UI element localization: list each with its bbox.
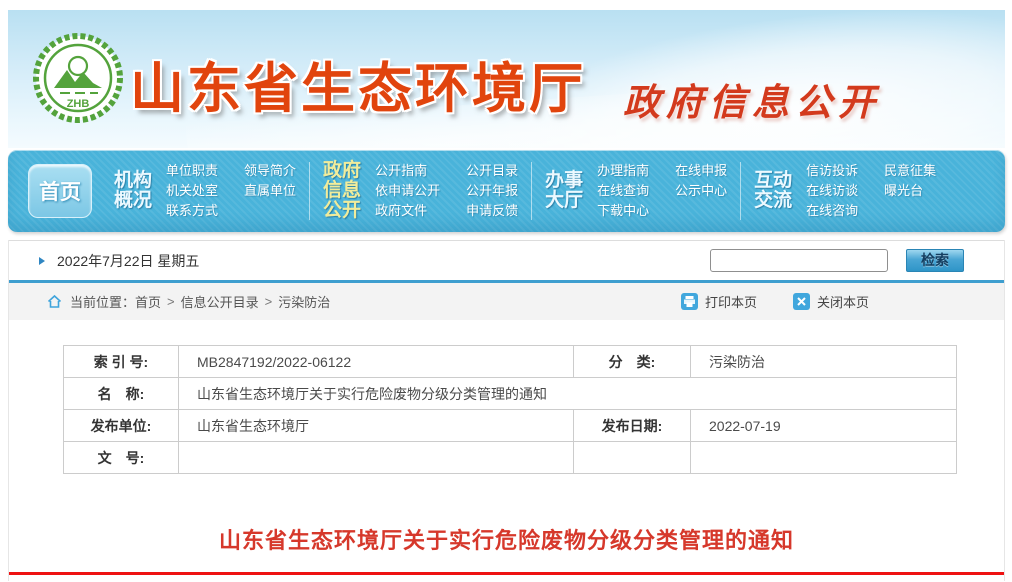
nav-section-title-service-hall[interactable]: 办事 大厅 bbox=[545, 171, 583, 211]
category-value: 污染防治 bbox=[691, 346, 957, 378]
nav-link[interactable]: 公开指南 bbox=[375, 161, 440, 181]
nav-link[interactable]: 办理指南 bbox=[597, 161, 649, 181]
date-search-bar: 2022年7月22日 星期五 检索 bbox=[9, 240, 1004, 280]
nav-link[interactable]: 领导简介 bbox=[244, 161, 296, 181]
article-content: 索 引 号: MB2847192/2022-06122 分 类: 污染防治 名 … bbox=[9, 320, 1004, 581]
breadcrumb-separator: > bbox=[265, 294, 273, 309]
nav-link[interactable]: 曝光台 bbox=[884, 181, 936, 201]
site-header: ZHB 山东省生态环境厅 政府信息公开 bbox=[8, 10, 1005, 148]
nav-link[interactable]: 公示中心 bbox=[675, 181, 727, 201]
nav-section-title-org-overview[interactable]: 机构 概况 bbox=[114, 171, 152, 211]
nav-section-service-hall: 办事 大厅 办理指南 在线查询 下载中心 在线申报 公示中心 bbox=[545, 161, 727, 221]
table-row: 文 号: bbox=[64, 442, 957, 474]
title-label: 名 称: bbox=[64, 378, 179, 410]
category-label: 分 类: bbox=[574, 346, 691, 378]
index-number-value: MB2847192/2022-06122 bbox=[179, 346, 574, 378]
doc-number-label: 文 号: bbox=[64, 442, 179, 474]
nav-divider bbox=[740, 162, 741, 220]
nav-link[interactable]: 在线访谈 bbox=[806, 181, 858, 201]
current-date: 2022年7月22日 星期五 bbox=[57, 251, 199, 271]
nav-link[interactable]: 机关处室 bbox=[166, 181, 218, 201]
nav-link[interactable]: 申请反馈 bbox=[466, 201, 518, 221]
logo-text: ZHB bbox=[67, 98, 90, 110]
breadcrumb-separator: > bbox=[167, 294, 175, 309]
nav-link[interactable]: 民意征集 bbox=[884, 161, 936, 181]
article-title: 山东省生态环境厅关于实行危险废物分级分类管理的通知 bbox=[9, 523, 1004, 555]
site-logo-icon[interactable]: ZHB bbox=[32, 32, 124, 124]
nav-link[interactable]: 直属单位 bbox=[244, 181, 296, 201]
nav-home-button[interactable]: 首页 bbox=[28, 164, 92, 218]
nav-link[interactable]: 下载中心 bbox=[597, 201, 649, 221]
nav-section-title-gov-info[interactable]: 政府 信息 公开 bbox=[323, 161, 361, 221]
site-title: 山东省生态环境厅 bbox=[130, 44, 586, 123]
breadcrumb-catalog[interactable]: 信息公开目录 bbox=[181, 292, 259, 311]
publish-date-value: 2022-07-19 bbox=[691, 410, 957, 442]
title-value: 山东省生态环境厅关于实行危险废物分级分类管理的通知 bbox=[179, 378, 957, 410]
banner-title: 政府信息公开 bbox=[623, 72, 881, 126]
nav-section-title-interaction[interactable]: 互动 交流 bbox=[754, 171, 792, 211]
doc-number-value bbox=[179, 442, 574, 474]
nav-link[interactable]: 在线查询 bbox=[597, 181, 649, 201]
breadcrumb-home[interactable]: 首页 bbox=[135, 292, 161, 311]
breadcrumb: 当前位置： 首页 > 信息公开目录 > 污染防治 打印本页 bbox=[9, 283, 1004, 320]
nav-divider bbox=[531, 162, 532, 220]
empty-cell bbox=[574, 442, 691, 474]
publisher-label: 发布单位: bbox=[64, 410, 179, 442]
home-icon bbox=[47, 294, 62, 309]
nav-link[interactable]: 在线咨询 bbox=[806, 201, 858, 221]
table-row: 发布单位: 山东省生态环境厅 发布日期: 2022-07-19 bbox=[64, 410, 957, 442]
print-icon bbox=[681, 293, 698, 310]
nav-link[interactable]: 政府文件 bbox=[375, 201, 440, 221]
nav-link[interactable]: 在线申报 bbox=[675, 161, 727, 181]
search-button[interactable]: 检索 bbox=[906, 249, 964, 272]
nav-section-gov-info: 政府 信息 公开 公开指南 依申请公开 政府文件 公开目录 公开年报 申请反馈 bbox=[323, 161, 518, 221]
date-arrow-icon bbox=[39, 257, 45, 265]
breadcrumb-label: 当前位置： bbox=[70, 292, 135, 311]
index-number-label: 索 引 号: bbox=[64, 346, 179, 378]
table-row: 名 称: 山东省生态环境厅关于实行危险废物分级分类管理的通知 bbox=[64, 378, 957, 410]
page: ZHB 山东省生态环境厅 政府信息公开 首页 机构 概况 单位职责 机关处室 联… bbox=[8, 10, 1005, 581]
breadcrumb-current: 污染防治 bbox=[278, 292, 330, 311]
info-table: 索 引 号: MB2847192/2022-06122 分 类: 污染防治 名 … bbox=[63, 345, 957, 474]
nav-link[interactable]: 联系方式 bbox=[166, 201, 218, 221]
empty-cell bbox=[691, 442, 957, 474]
nav-section-interaction: 互动 交流 信访投诉 在线访谈 在线咨询 民意征集 曝光台 bbox=[754, 161, 936, 221]
close-page-button[interactable]: 关闭本页 bbox=[793, 292, 869, 311]
nav-link[interactable]: 单位职责 bbox=[166, 161, 218, 181]
nav-link[interactable]: 依申请公开 bbox=[375, 181, 440, 201]
search-input[interactable] bbox=[710, 249, 888, 272]
lower-wrapper: 2022年7月22日 星期五 检索 当前位置： 首页 > 信息公开目录 > 污染… bbox=[8, 240, 1005, 581]
close-icon bbox=[793, 293, 810, 310]
nav-section-org-overview: 机构 概况 单位职责 机关处室 联系方式 领导简介 直属单位 bbox=[114, 161, 296, 221]
nav-link[interactable]: 信访投诉 bbox=[806, 161, 858, 181]
main-nav: 首页 机构 概况 单位职责 机关处室 联系方式 领导简介 直属单位 bbox=[8, 150, 1005, 232]
nav-divider bbox=[309, 162, 310, 220]
nav-link[interactable]: 公开年报 bbox=[466, 181, 518, 201]
nav-link[interactable]: 公开目录 bbox=[466, 161, 518, 181]
publisher-value: 山东省生态环境厅 bbox=[179, 410, 574, 442]
publish-date-label: 发布日期: bbox=[574, 410, 691, 442]
table-row: 索 引 号: MB2847192/2022-06122 分 类: 污染防治 bbox=[64, 346, 957, 378]
print-page-button[interactable]: 打印本页 bbox=[681, 292, 757, 311]
